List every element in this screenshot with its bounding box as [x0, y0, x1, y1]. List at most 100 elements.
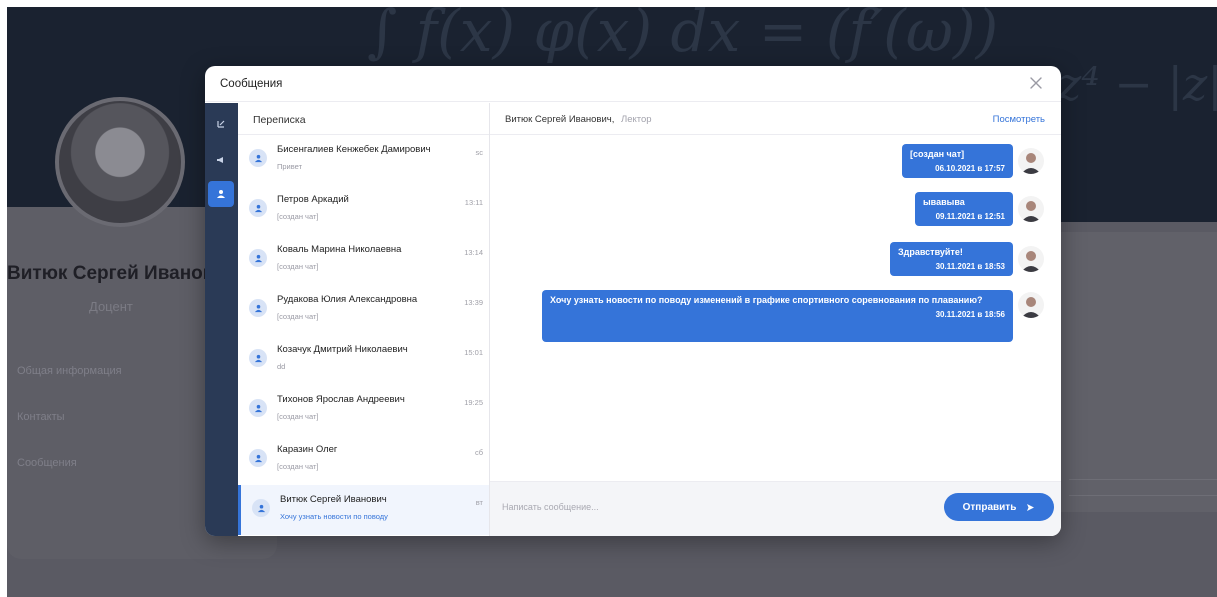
conversation-time: 13:11: [464, 198, 483, 207]
message-time: 30.11.2021 в 18:56: [935, 310, 1005, 319]
sender-avatar: [1018, 246, 1044, 272]
sender-avatar: [1018, 148, 1044, 174]
profile-menu-contacts[interactable]: Контакты: [17, 411, 65, 423]
banner-formula-decoration-2: z⁴ − |z|ⁿ (: [1057, 57, 1217, 111]
messages-modal: Сообщения Переписка Бисенгалиев Кенжебек…: [205, 66, 1061, 536]
user-icon: [254, 454, 262, 462]
sidenav-item-announcements[interactable]: [208, 147, 234, 173]
conversation-item[interactable]: Козачук Дмитрий Николаевич dd 15:01: [238, 335, 489, 385]
send-button-label: Отправить: [962, 501, 1017, 513]
message-bubble: [создан чат] 06.10.2021 в 17:57: [902, 144, 1013, 178]
sender-avatar: [1018, 196, 1044, 222]
profile-menu-general[interactable]: Общая информация: [17, 365, 122, 377]
profile-menu-messages[interactable]: Сообщения: [17, 457, 77, 469]
send-icon: [1027, 503, 1035, 511]
modal-header: Сообщения: [205, 66, 1061, 102]
conversation-name: Рудакова Юлия Александровна: [277, 294, 418, 305]
banner-formula-decoration: ∫ f(x) φ(x) dx = (f′(ω)): [367, 7, 999, 65]
user-icon: [254, 404, 262, 412]
conversation-list: Бисенгалиев Кенжебек Дамирович Привет sc Пе…: [238, 135, 489, 535]
profile-role: Доцент: [89, 299, 133, 314]
conversation-name: Козачук Дмитрий Николаевич: [277, 344, 408, 355]
conversation-time: сб: [474, 448, 483, 457]
message-input[interactable]: [502, 492, 922, 522]
user-icon: [254, 254, 262, 262]
profile-name: Витюк Сергей Иванов: [7, 263, 215, 284]
message-text: Здравствуйте!: [898, 247, 963, 257]
users-icon: [217, 190, 225, 198]
chat-header: Витюк Сергей Иванович, Лектор Посмотреть: [490, 103, 1061, 135]
conversation-preview: Привет: [277, 162, 303, 171]
contact-avatar: [249, 299, 267, 317]
conversation-item[interactable]: Каразин Олег [создан чат] сб: [238, 435, 489, 485]
list-icon: [217, 120, 225, 128]
conversation-name: Бисенгалиев Кенжебек Дамирович: [277, 144, 431, 155]
modal-title: Сообщения: [220, 78, 283, 90]
conversation-preview: Хочу узнать новости по поводу: [280, 512, 388, 521]
conversation-time: вт: [475, 498, 483, 507]
conversation-name: Коваль Марина Николаевна: [277, 244, 402, 255]
conversation-preview: [создан чат]: [277, 312, 319, 321]
message-bubble: ывавыва 09.11.2021 в 12:51: [915, 192, 1013, 226]
conversation-item[interactable]: Коваль Марина Николаевна [создан чат] 13:1…: [238, 235, 489, 285]
conversation-name: Каразин Олег: [277, 444, 338, 455]
chat-contact: Витюк Сергей Иванович, Лектор: [505, 114, 652, 125]
conversation-preview: [создан чат]: [277, 462, 319, 471]
contact-avatar: [249, 349, 267, 367]
user-icon: [254, 154, 262, 162]
sidenav-item-list[interactable]: [208, 111, 234, 137]
conversation-item[interactable]: Тихонов Ярослав Андреевич [создан чат] 19:…: [238, 385, 489, 435]
user-icon: [254, 304, 262, 312]
conversation-time: sc: [475, 148, 484, 157]
conversation-list-header: Переписка: [238, 103, 489, 135]
contact-avatar: [249, 149, 267, 167]
conversation-time: 19:25: [464, 398, 483, 407]
contact-avatar: [249, 249, 267, 267]
contact-avatar: [249, 199, 267, 217]
message-time: 09.11.2021 в 12:51: [935, 212, 1005, 221]
conversation-item[interactable]: Витюк Сергей Иванович Хочу узнать новости…: [238, 485, 489, 535]
conversation-time: 13:14: [464, 248, 483, 257]
background-divider: [1069, 495, 1217, 496]
message-text: [создан чат]: [910, 149, 965, 159]
user-icon: [254, 354, 262, 362]
message-text: Хочу узнать новости по поводу изменений …: [550, 295, 983, 305]
message-text: ывавыва: [923, 197, 965, 207]
conversation-list-panel: Переписка Бисенгалиев Кенжебек Дамирович…: [238, 103, 490, 536]
conversation-item[interactable]: Петров Аркадий [создан чат] 13:11: [238, 185, 489, 235]
background-divider: [1069, 479, 1217, 480]
message-bubble: Хочу узнать новости по поводу изменений …: [542, 290, 1013, 342]
sidenav-item-contacts[interactable]: [208, 181, 234, 207]
message-area: [создан чат] 06.10.2021 в 17:57 ывавыва …: [490, 136, 1061, 480]
modal-sidenav: [205, 103, 238, 536]
message-bubble: Здравствуйте! 30.11.2021 в 18:53: [890, 242, 1013, 276]
sender-avatar: [1018, 292, 1044, 318]
profile-avatar: [55, 97, 185, 227]
conversation-time: 13:39: [464, 298, 483, 307]
conversation-item[interactable]: Рудакова Юлия Александровна [создан чат] 1…: [238, 285, 489, 335]
chat-contact-name: Витюк Сергей Иванович,: [505, 114, 615, 125]
contact-avatar: [252, 499, 270, 517]
background-right-panel: [1047, 232, 1217, 512]
user-icon: [257, 504, 265, 512]
contact-avatar: [249, 449, 267, 467]
conversation-item[interactable]: Бисенгалиев Кенжебек Дамирович Привет sc: [238, 135, 489, 185]
message-time: 06.10.2021 в 17:57: [935, 164, 1005, 173]
conversation-preview: [создан чат]: [277, 212, 319, 221]
message-composer: Отправить: [490, 481, 1061, 536]
close-icon[interactable]: [1027, 74, 1045, 92]
conversation-preview: dd: [277, 362, 286, 371]
conversation-preview: [создан чат]: [277, 412, 319, 421]
conversation-preview: [создан чат]: [277, 262, 319, 271]
conversation-name: Витюк Сергей Иванович: [280, 494, 387, 505]
conversation-name: Петров Аркадий: [277, 194, 349, 205]
chat-contact-role: Лектор: [621, 114, 652, 125]
view-profile-link[interactable]: Посмотреть: [993, 114, 1045, 125]
contact-avatar: [249, 399, 267, 417]
chat-panel: Витюк Сергей Иванович, Лектор Посмотреть…: [490, 103, 1061, 536]
user-icon: [254, 204, 262, 212]
megaphone-icon: [217, 157, 223, 163]
send-button[interactable]: Отправить: [944, 493, 1054, 521]
conversation-time: 15:01: [464, 348, 483, 357]
conversation-name: Тихонов Ярослав Андреевич: [277, 394, 405, 405]
